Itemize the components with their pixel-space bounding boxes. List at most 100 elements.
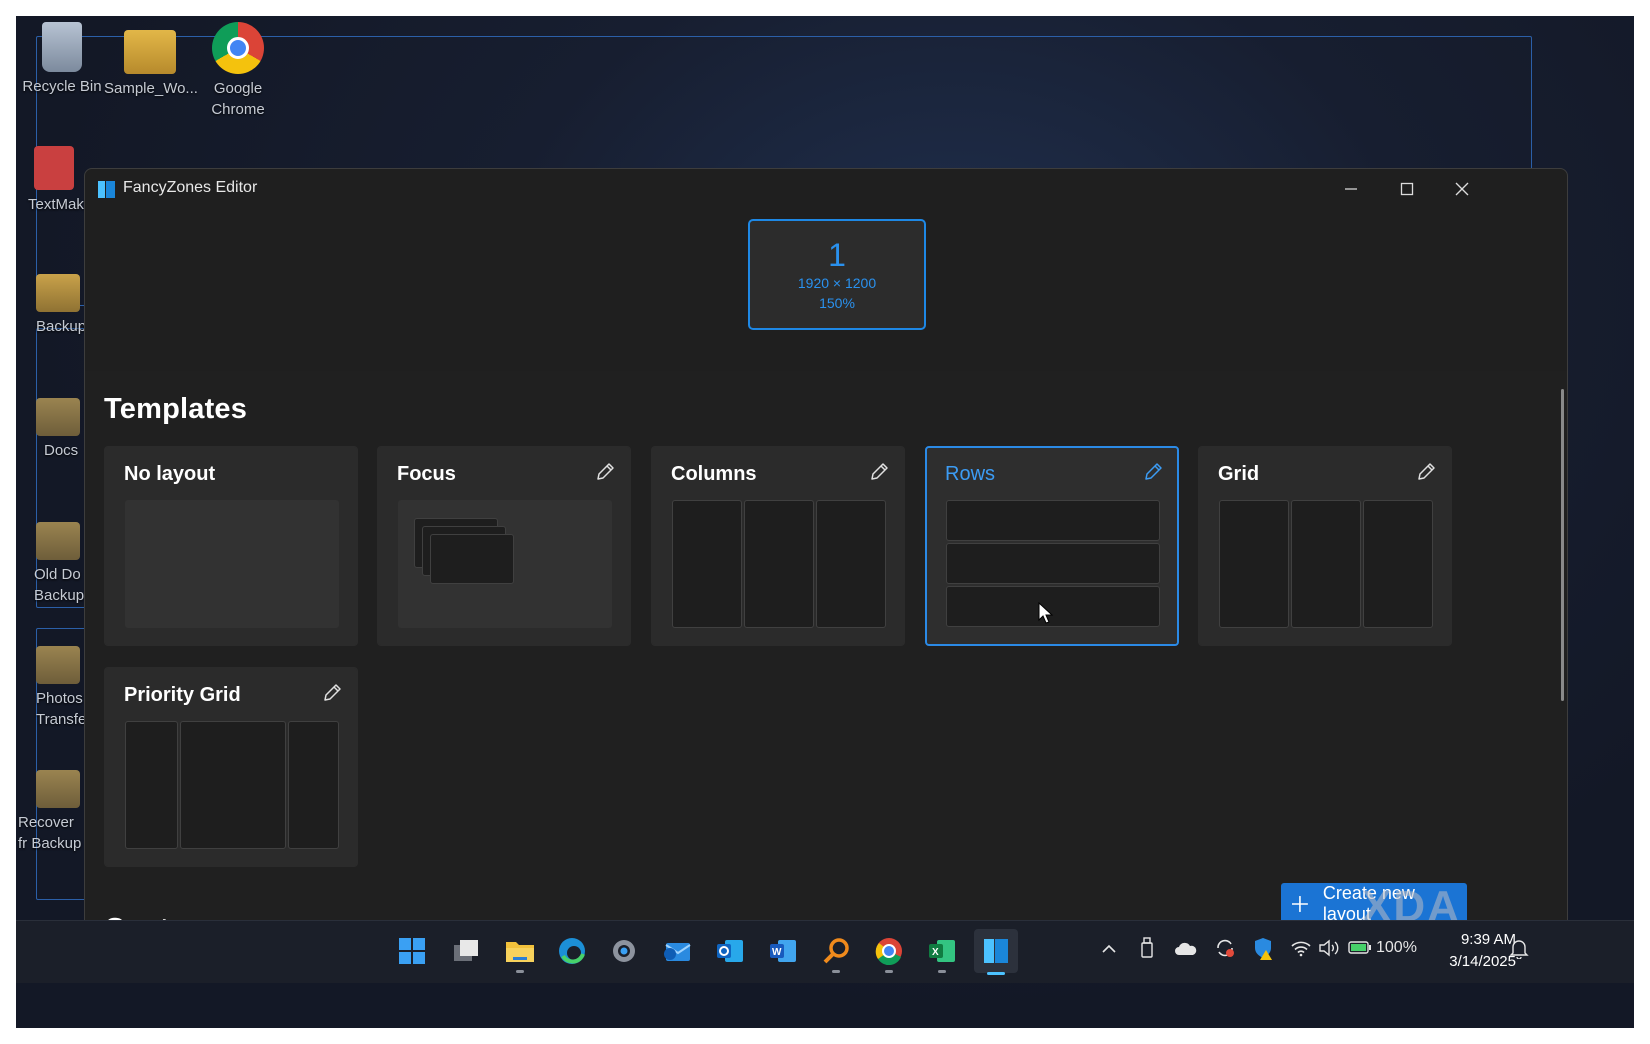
monitor-1[interactable]: 1 1920 × 1200 150%: [748, 219, 926, 330]
svg-text:W: W: [772, 947, 782, 958]
desktop-icon-google-chrome[interactable]: Google Chrome: [192, 22, 284, 120]
fancyzones-editor-window: FancyZones Editor 1 1920 × 1200 150% Tem…: [84, 168, 1568, 970]
running-indicator: [832, 970, 840, 973]
desktop-icon-label: TextMak: [28, 196, 84, 213]
edit-pencil-icon[interactable]: [1415, 461, 1437, 483]
minimize-button[interactable]: [1323, 169, 1379, 209]
desktop-icon-label: Photos Transfe: [36, 690, 87, 728]
layouts-panel: Templates No layout Focus Columns Rows G…: [85, 371, 1567, 969]
settings-icon: [613, 940, 635, 962]
desktop-icon-label: Old Do Backup: [34, 566, 85, 604]
task-view-icon: [454, 940, 478, 961]
desktop-icon-old-docs-backup[interactable]: Old Do Backup: [16, 522, 86, 606]
desktop-icon-textmaker[interactable]: TextMak: [16, 146, 86, 215]
edge-button[interactable]: [554, 933, 590, 969]
layout-preview: [672, 500, 886, 628]
folder-icon: [36, 770, 80, 808]
onedrive-icon[interactable]: [1174, 941, 1198, 957]
desktop-icon-label: Docs: [44, 442, 79, 459]
sync-icon[interactable]: [1214, 937, 1236, 959]
outlook-new-button[interactable]: [659, 933, 695, 969]
template-name: Columns: [671, 463, 757, 485]
template-card-focus[interactable]: Focus: [377, 446, 631, 646]
recycle-bin-icon: [42, 22, 82, 72]
layout-preview: [398, 500, 612, 628]
volume-icon[interactable]: [1318, 939, 1340, 957]
search-app-button[interactable]: [818, 933, 854, 973]
chevron-up-icon[interactable]: [1102, 943, 1116, 955]
scrollbar[interactable]: [1561, 389, 1564, 701]
textmaker-icon: [34, 146, 74, 190]
svg-text:X: X: [932, 947, 939, 958]
search-app-icon: [823, 938, 849, 964]
battery-charging-icon[interactable]: [1348, 939, 1372, 955]
desktop-icon-sample-workbook[interactable]: Sample_Wo...: [104, 22, 198, 99]
template-card-columns[interactable]: Columns: [651, 446, 905, 646]
excel-button[interactable]: X: [924, 933, 960, 973]
monitor-resolution: 1920 × 1200: [797, 275, 877, 291]
desktop-icon-docs[interactable]: Docs: [16, 398, 86, 461]
desktop-icon-recover-from-backup[interactable]: Recover fr Backup: [16, 770, 86, 854]
notification-bell-icon[interactable]: [1508, 937, 1530, 959]
file-explorer-icon: [506, 942, 534, 962]
start-icon: [399, 938, 425, 964]
settings-button[interactable]: [606, 933, 642, 969]
desktop-icon-label: Recover fr Backup: [18, 814, 82, 852]
template-name: Grid: [1218, 463, 1260, 485]
edit-pencil-icon[interactable]: [1142, 461, 1164, 483]
running-indicator: [885, 970, 893, 973]
fancyzones-taskbar-button[interactable]: [974, 929, 1018, 975]
security-warning-icon[interactable]: [1252, 936, 1274, 960]
desktop-icon-photos-transfer[interactable]: Photos Transfe: [16, 646, 86, 730]
folder-icon: [124, 30, 176, 74]
desktop-icon-recycle-bin[interactable]: Recycle Bin: [16, 22, 108, 97]
edit-pencil-icon[interactable]: [321, 682, 343, 704]
outlook-button[interactable]: [712, 933, 748, 969]
title-bar[interactable]: FancyZones Editor: [85, 169, 1567, 209]
edit-pencil-icon[interactable]: [594, 461, 616, 483]
folder-icon: [36, 274, 80, 312]
layout-preview: [1219, 500, 1433, 628]
running-indicator: [938, 970, 946, 973]
template-card-grid[interactable]: Grid: [1198, 446, 1452, 646]
word-button[interactable]: W: [765, 933, 801, 969]
folder-icon: [36, 398, 80, 436]
folder-icon: [36, 522, 80, 560]
desktop-icon-label: Recycle Bin: [22, 78, 102, 95]
layout-preview: [125, 500, 339, 628]
window-title: FancyZones Editor: [123, 179, 258, 196]
edit-pencil-icon[interactable]: [868, 461, 890, 483]
template-card-priority-grid[interactable]: Priority Grid: [104, 667, 358, 867]
monitor-scale: 150%: [819, 295, 855, 311]
start-button[interactable]: [394, 933, 430, 969]
monitor-number: 1: [828, 237, 846, 273]
template-name: Rows: [945, 463, 996, 485]
wifi-icon[interactable]: [1290, 939, 1312, 957]
minimize-icon: [1345, 188, 1357, 190]
desktop-icon-backup[interactable]: Backup: [16, 274, 86, 337]
maximize-button[interactable]: [1379, 169, 1435, 209]
desktop-icon-label: Google Chrome: [211, 80, 265, 118]
chrome-button[interactable]: [871, 933, 907, 973]
template-name: Focus: [397, 463, 456, 485]
close-button[interactable]: [1434, 169, 1490, 209]
desktop: Recycle Bin Sample_Wo... Google Chrome T…: [16, 16, 1634, 1028]
templates-heading: Templates: [104, 393, 248, 425]
template-name: No layout: [124, 463, 216, 485]
monitor-selector: 1 1920 × 1200 150%: [85, 209, 1567, 369]
plus-icon: [1291, 896, 1308, 912]
usb-drive-icon[interactable]: [1140, 937, 1154, 959]
chrome-icon: [875, 938, 902, 966]
fancyzones-icon: [984, 939, 1008, 963]
folder-icon: [36, 646, 80, 684]
taskbar: W X 100% 9:39 AM 3/14/2025: [16, 920, 1634, 983]
desktop-icon-label: Backup: [36, 318, 87, 335]
task-view-button[interactable]: [448, 933, 484, 969]
clock-time: 9:39 AM: [1460, 931, 1516, 948]
template-card-no-layout[interactable]: No layout: [104, 446, 358, 646]
battery-percent: 100%: [1376, 939, 1417, 956]
file-explorer-button[interactable]: [502, 933, 538, 973]
chrome-icon: [212, 22, 264, 74]
fancyzones-app-icon: [98, 181, 115, 198]
clock[interactable]: 9:39 AM 3/14/2025: [1416, 929, 1516, 973]
